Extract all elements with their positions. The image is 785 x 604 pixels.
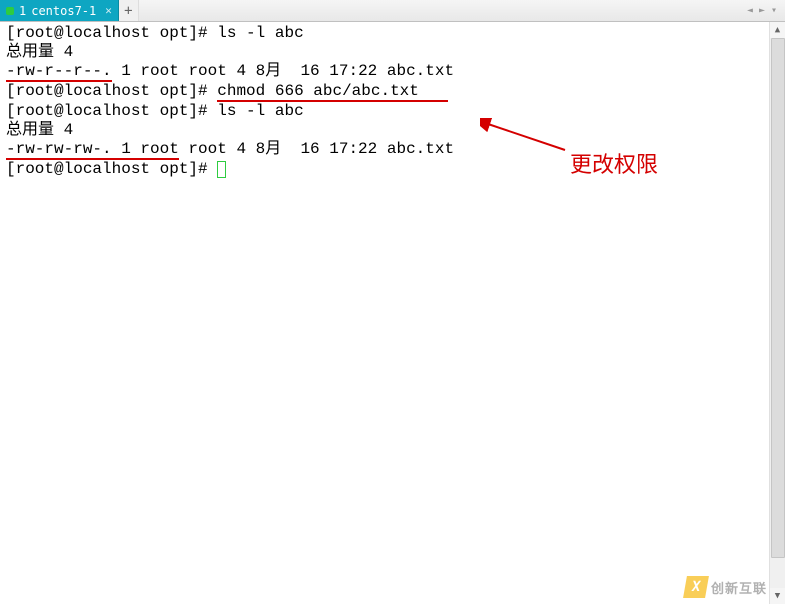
scrollbar[interactable]: ▲ ▼ xyxy=(769,22,785,604)
terminal-cursor xyxy=(217,161,226,178)
tab-next-icon[interactable]: ► xyxy=(757,5,767,16)
terminal-pane[interactable]: [root@localhost opt]# ls -l abc 总用量 4 -r… xyxy=(0,22,785,604)
tab-menu-icon[interactable]: ▾ xyxy=(769,5,779,16)
scroll-up-icon[interactable]: ▲ xyxy=(770,22,785,38)
command-ls2: ls -l abc xyxy=(217,102,303,120)
tab-prev-icon[interactable]: ◄ xyxy=(745,5,755,16)
scroll-down-icon[interactable]: ▼ xyxy=(770,588,785,604)
tab-centos[interactable]: 1 centos7-1 ✕ xyxy=(0,0,119,21)
tab-status-dot xyxy=(6,7,14,15)
perms-before: -rw-r--r--. xyxy=(6,63,112,82)
annotation-label: 更改权限 xyxy=(570,147,658,179)
total-line2: 总用量 4 xyxy=(6,121,73,139)
listing-rest2: root 4 8月 16 17:22 abc.txt xyxy=(179,140,454,158)
perms-after: -rw-rw-rw-. 1 root xyxy=(6,141,179,160)
terminal-output: [root@localhost opt]# ls -l abc 总用量 4 -r… xyxy=(0,22,785,181)
scrollbar-thumb[interactable] xyxy=(771,38,785,558)
prompt: [root@localhost opt]# xyxy=(6,102,208,120)
watermark-badge-icon: X xyxy=(683,576,709,598)
tab-bar: 1 centos7-1 ✕ + ◄ ► ▾ xyxy=(0,0,785,22)
command-chmod: chmod 666 abc/abc.txt xyxy=(217,83,419,102)
tab-index: 1 xyxy=(19,4,26,18)
command-ls1: ls -l abc xyxy=(217,24,303,42)
prompt: [root@localhost opt]# xyxy=(6,24,208,42)
add-tab-button[interactable]: + xyxy=(119,0,139,21)
annotation-arrow-icon xyxy=(480,118,570,158)
watermark: X 创新互联 xyxy=(685,576,767,598)
tab-title: centos7-1 xyxy=(31,4,96,18)
watermark-text: 创新互联 xyxy=(711,578,767,597)
tab-nav-controls: ◄ ► ▾ xyxy=(745,0,785,21)
total-line1: 总用量 4 xyxy=(6,43,73,61)
prompt: [root@localhost opt]# xyxy=(6,160,208,178)
prompt: [root@localhost opt]# xyxy=(6,82,208,100)
listing-rest1: 1 root root 4 8月 16 17:22 abc.txt xyxy=(112,62,454,80)
close-icon[interactable]: ✕ xyxy=(105,4,112,17)
